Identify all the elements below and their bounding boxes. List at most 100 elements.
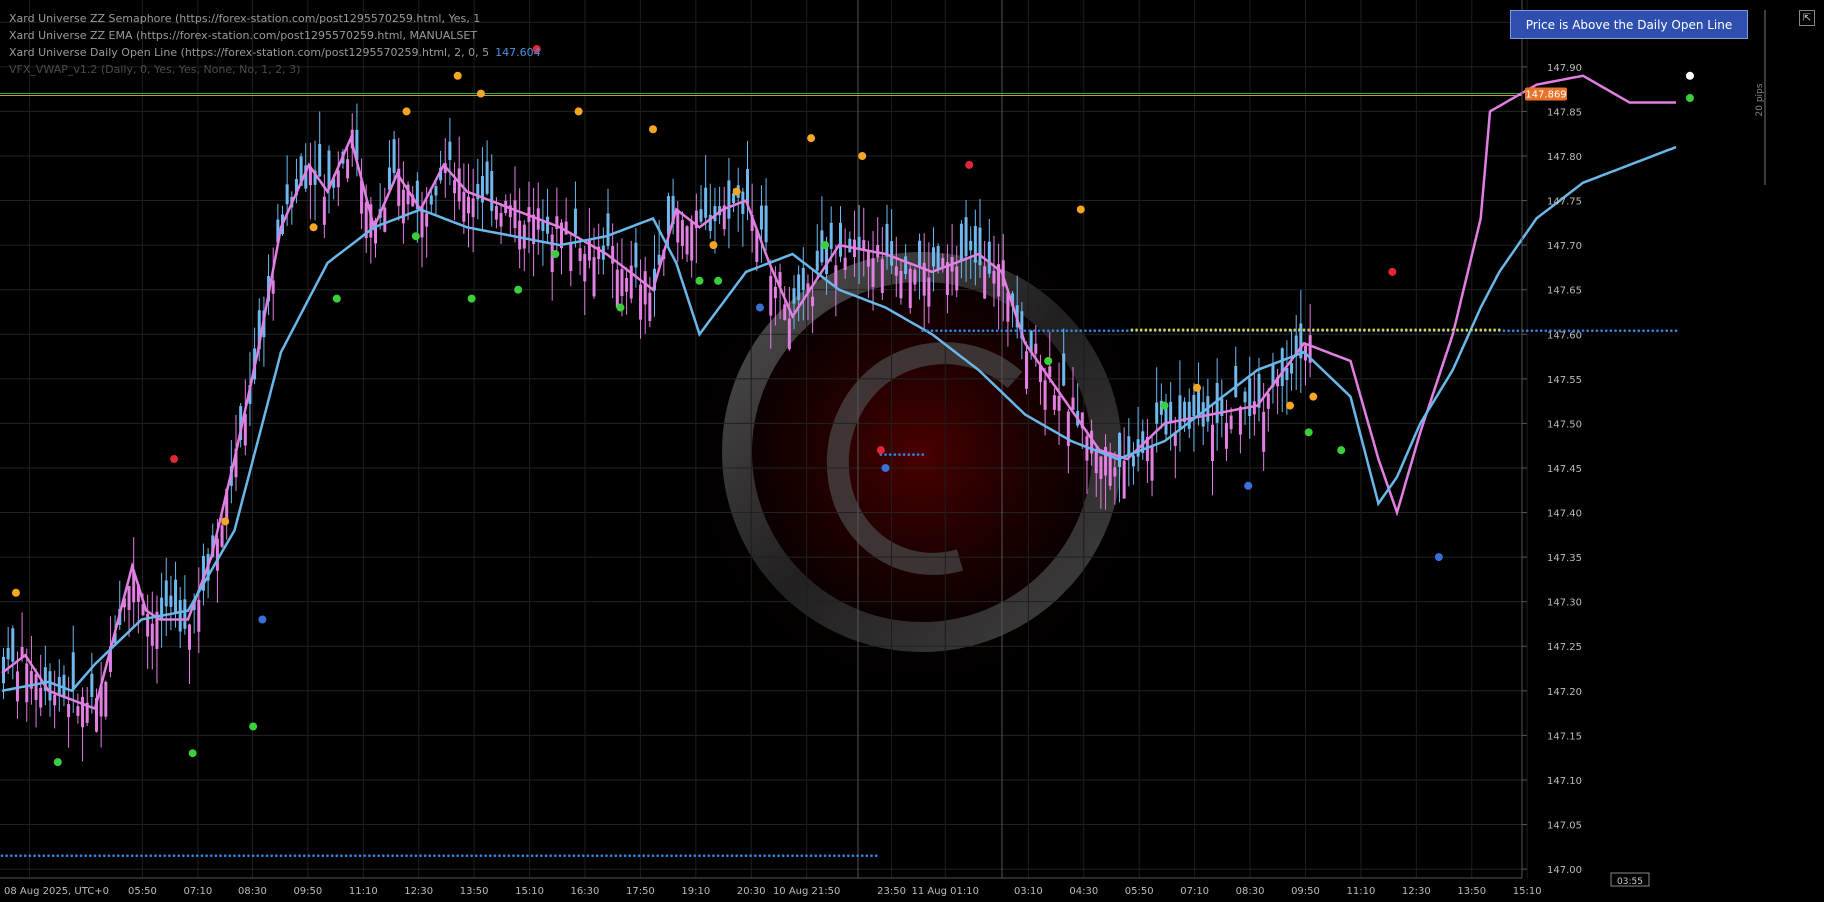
semaphore-green: [411, 232, 420, 241]
candle-body: [1164, 406, 1168, 435]
vwap-dot: [1163, 328, 1166, 332]
vwap-dot: [1153, 328, 1157, 332]
daily-open-dot: [1042, 329, 1045, 332]
y-tick-label: 147.90: [1547, 63, 1582, 74]
x-tick-label: 08:30: [238, 886, 267, 897]
semaphore-green: [1160, 401, 1169, 410]
daily-open-dot: [944, 329, 948, 332]
vwap-dot: [1219, 328, 1222, 332]
candle-body: [1187, 401, 1191, 429]
candle-body: [871, 258, 875, 287]
candle-body: [848, 238, 852, 253]
daily-open-dot: [498, 854, 501, 858]
vwap-dot: [1405, 328, 1408, 332]
daily-open-dot: [377, 854, 380, 858]
x-tick-label: 09:50: [1291, 886, 1320, 897]
daily-open-dot: [1502, 329, 1506, 332]
daily-open-dot: [749, 854, 752, 858]
y-tick-label: 147.65: [1547, 286, 1582, 297]
candle-body: [39, 687, 43, 708]
daily-open-dot: [237, 854, 241, 858]
daily-open-dot: [14, 854, 18, 858]
popout-icon[interactable]: ⇱: [1799, 10, 1815, 26]
vwap-dot: [1400, 328, 1403, 332]
candle-body: [178, 600, 182, 632]
vwap-dot: [1349, 328, 1352, 332]
daily-open-dot: [1033, 329, 1036, 332]
semaphore-green: [249, 722, 258, 731]
daily-open-dot: [405, 854, 408, 858]
daily-open-dot: [1618, 329, 1622, 332]
daily-open-dot: [735, 854, 738, 858]
daily-open-dot: [307, 854, 311, 858]
vwap-dot: [1479, 328, 1482, 332]
candle-body: [318, 144, 322, 177]
candle-body: [183, 599, 187, 629]
chart-canvas[interactable]: 147.95147.90147.85147.80147.75147.70147.…: [0, 0, 1824, 898]
candle-body: [392, 139, 396, 174]
daily-open-dot: [93, 854, 97, 858]
daily-open-dot: [1056, 329, 1059, 332]
daily-open-dot: [251, 854, 255, 858]
daily-open-dot: [191, 854, 194, 858]
candle-body: [1224, 422, 1228, 449]
price-alert-button[interactable]: Price is Above the Daily Open Line: [1510, 10, 1748, 39]
daily-open-dot: [1098, 329, 1101, 332]
candle-body: [1229, 415, 1233, 430]
daily-open-dot: [149, 854, 153, 858]
daily-open-dot: [740, 854, 743, 858]
candle-body: [220, 525, 224, 547]
daily-open-dot: [1539, 329, 1543, 332]
vwap-dot: [1372, 328, 1376, 332]
daily-open-dot: [75, 854, 78, 858]
daily-open-dot: [1670, 329, 1673, 332]
legend-ema[interactable]: Xard Universe ZZ EMA (https://forex-stat…: [9, 27, 541, 44]
candle-body: [1062, 353, 1066, 386]
daily-open-dot: [614, 854, 618, 858]
candle-body: [197, 599, 201, 632]
daily-open-dot: [577, 854, 580, 858]
candle-body: [1266, 393, 1270, 409]
legend-semaphore[interactable]: Xard Universe ZZ Semaphore (https://fore…: [9, 10, 541, 27]
vwap-dot: [1265, 328, 1269, 332]
x-tick-label: 13:50: [460, 886, 489, 897]
daily-open-dot: [502, 854, 506, 858]
daily-open-dot: [1516, 329, 1520, 332]
y-tick-label: 147.00: [1547, 865, 1582, 876]
vwap-dot: [1135, 328, 1138, 332]
daily-open-dot: [312, 854, 315, 858]
daily-open-dot: [465, 854, 469, 858]
vwap-dot: [1223, 328, 1227, 332]
price-chart[interactable]: 147.95147.90147.85147.80147.75147.70147.…: [0, 0, 1824, 898]
candle-body: [839, 222, 842, 257]
candle-body: [104, 681, 108, 717]
daily-open-dot: [1051, 329, 1055, 332]
daily-open-dot: [1074, 329, 1078, 332]
candle-body: [1150, 446, 1154, 481]
daily-open-dot: [870, 854, 873, 858]
daily-open-dot: [1600, 329, 1603, 332]
legend-daily-open-text: Xard Universe Daily Open Line (https://f…: [9, 46, 490, 59]
legend-vwap[interactable]: VFX_VWAP_v1.2 (Daily, 0, Yes, Yes, None,…: [9, 61, 541, 78]
y-tick-label: 147.35: [1547, 553, 1582, 564]
x-tick-label: 15:10: [1513, 886, 1542, 897]
daily-open-dot: [214, 854, 218, 858]
daily-open-dot: [702, 854, 706, 858]
daily-open-dot: [698, 854, 701, 858]
daily-open-dot: [275, 854, 278, 858]
vwap-dot: [1242, 328, 1245, 332]
daily-open-dot: [1046, 329, 1050, 332]
vwap-dot: [1493, 328, 1496, 332]
daily-open-dot: [451, 854, 455, 858]
vwap-dot: [1139, 328, 1143, 332]
vwap-dot: [1465, 328, 1469, 332]
daily-open-dot: [1581, 329, 1585, 332]
vwap-dot: [1418, 328, 1422, 332]
daily-open-dot: [516, 854, 520, 858]
candle-body: [499, 213, 503, 227]
legend-daily-open[interactable]: Xard Universe Daily Open Line (https://f…: [9, 44, 541, 61]
candle-body: [336, 170, 340, 188]
y-tick-label: 147.80: [1547, 152, 1582, 163]
vwap-dot: [1330, 328, 1334, 332]
vwap-dot: [1167, 328, 1171, 332]
